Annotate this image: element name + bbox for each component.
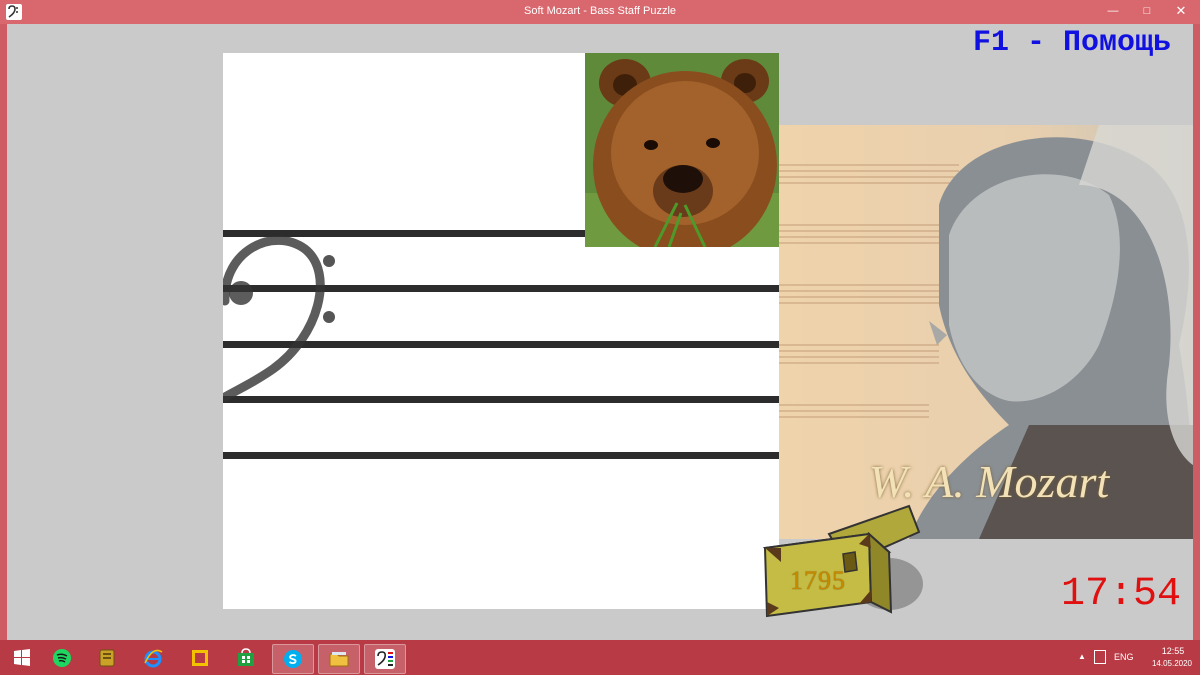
clock-date[interactable]: 14.05.2020 — [1144, 659, 1200, 668]
taskbar-skype[interactable] — [272, 644, 314, 674]
taskbar-internet-explorer[interactable] — [133, 644, 173, 672]
portrait-signature: W. A. Mozart — [868, 456, 1110, 507]
game-timer: 17:54 — [1060, 572, 1181, 617]
window-title: Soft Mozart - Bass Staff Puzzle — [523, 5, 677, 17]
clock-time[interactable]: 12:55 — [1150, 646, 1196, 656]
mozart-portrait: W. A. Mozart — [779, 125, 1193, 539]
input-language[interactable]: ENG — [1114, 652, 1134, 662]
close-button[interactable]: ✕ — [1170, 2, 1192, 20]
minimize-button[interactable]: — — [1102, 2, 1124, 20]
puzzle-board[interactable] — [223, 53, 779, 609]
taskbar-spotify[interactable] — [42, 644, 82, 672]
minimize-icon: — — [1107, 5, 1119, 17]
skype-icon — [284, 650, 302, 668]
taskbar-store[interactable] — [226, 644, 266, 672]
archive-icon — [99, 649, 115, 667]
bear-puzzle-piece[interactable] — [585, 53, 779, 247]
maximize-icon: □ — [1143, 5, 1151, 17]
file-explorer-icon — [329, 652, 349, 667]
taskbar-soft-mozart[interactable] — [364, 644, 406, 674]
store-icon — [238, 648, 254, 666]
help-hint: F1 - Помощь — [972, 26, 1171, 60]
title-bar[interactable]: Soft Mozart - Bass Staff Puzzle — □ ✕ — [0, 0, 1200, 24]
bass-clef-icon — [223, 235, 335, 402]
soft-mozart-icon — [375, 649, 395, 669]
maximize-button[interactable]: □ — [1136, 2, 1158, 20]
system-tray: ▲ ENG 12:55 14.05.2020 — [1050, 640, 1200, 675]
taskbar-presentation[interactable] — [180, 644, 220, 672]
score-counter: 1795 — [790, 566, 846, 595]
presentation-icon — [192, 650, 208, 666]
close-icon: ✕ — [1175, 3, 1187, 18]
treasure-chest: 1795 — [759, 504, 929, 624]
taskbar-archive[interactable] — [87, 644, 127, 672]
start-button[interactable] — [2, 644, 42, 672]
staff-line-5 — [223, 452, 779, 459]
game-area: F1 - Помощь W. A. Mozart 1795 17:54 — [7, 24, 1193, 640]
network-icon[interactable] — [1094, 650, 1106, 664]
tray-expand-icon[interactable]: ▲ — [1078, 652, 1086, 661]
taskbar-file-explorer[interactable] — [318, 644, 360, 674]
windows-start-icon — [14, 649, 30, 666]
spotify-icon — [53, 649, 71, 667]
internet-explorer-icon — [144, 649, 163, 668]
taskbar: ▲ ENG 12:55 14.05.2020 — [0, 640, 1200, 675]
